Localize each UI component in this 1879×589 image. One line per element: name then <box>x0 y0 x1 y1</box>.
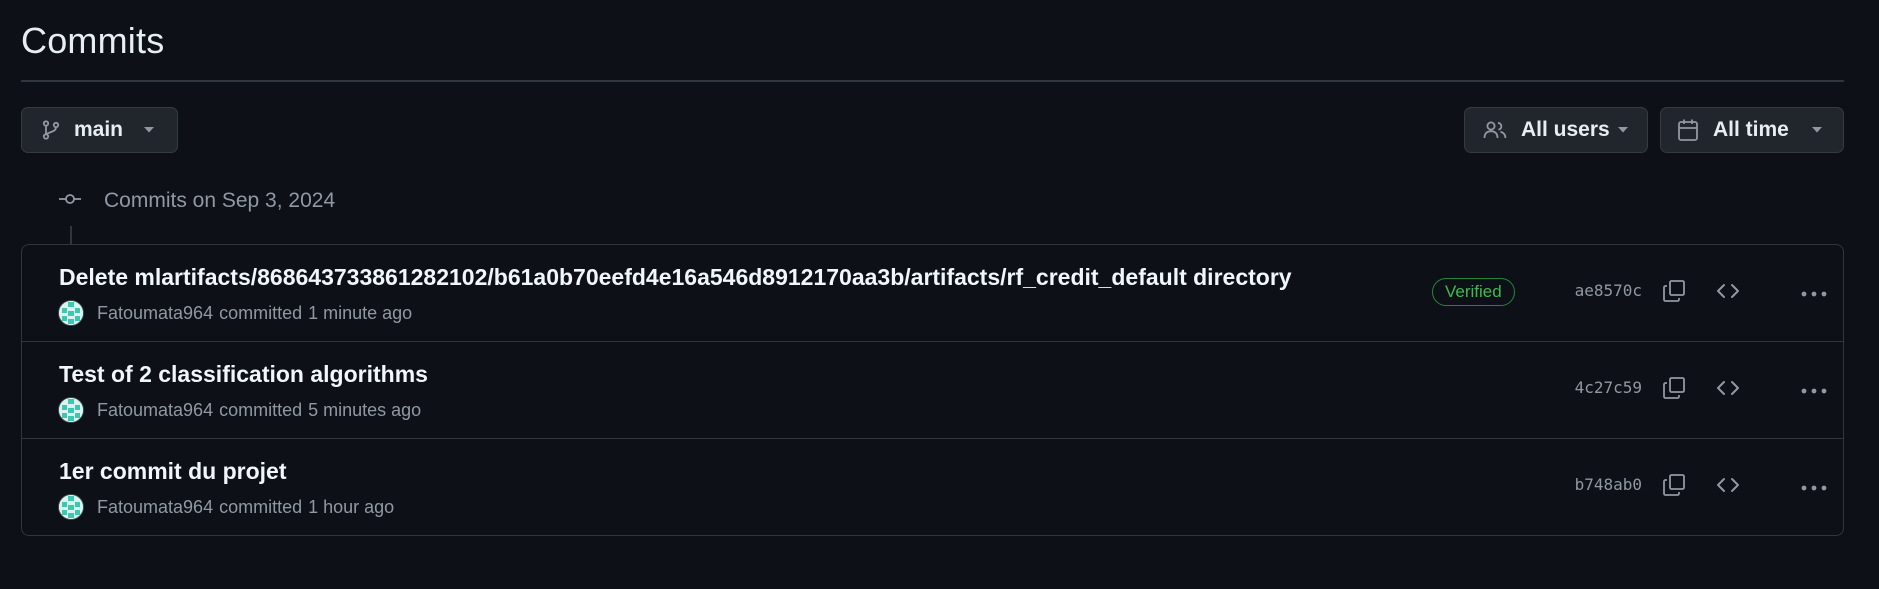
commit-action: committed <box>219 302 303 323</box>
code-icon <box>1716 379 1740 402</box>
chevron-down-icon <box>1617 126 1629 134</box>
commit-date-heading: Commits on Sep 3, 2024 <box>58 186 335 216</box>
commit-action: committed <box>219 496 303 517</box>
code-icon <box>1716 476 1740 499</box>
commit-meta: Fatoumata964 committed 1 hour ago <box>59 494 394 520</box>
commit-message-link[interactable]: Delete mlartifacts/868643733861282102/b6… <box>59 264 1292 291</box>
commit-sha-link[interactable]: ae8570c <box>1550 281 1642 300</box>
copy-icon <box>1662 376 1686 405</box>
users-filter-button[interactable]: All users <box>1464 107 1648 153</box>
verified-badge[interactable]: Verified <box>1432 278 1515 306</box>
commit-time: 5 minutes ago <box>308 399 422 420</box>
commit-date-label: Commits on Sep 3, 2024 <box>104 189 336 212</box>
people-icon <box>1483 120 1507 140</box>
commit-message-link[interactable]: Test of 2 classification algorithms <box>59 361 428 388</box>
chevron-down-icon <box>143 126 155 134</box>
commit-row: Delete mlartifacts/868643733861282102/b6… <box>22 245 1843 342</box>
copy-icon <box>1662 473 1686 502</box>
avatar[interactable] <box>59 398 83 422</box>
page-title: Commits <box>21 20 165 61</box>
time-filter-button[interactable]: All time <box>1660 107 1844 153</box>
commit-sha-link[interactable]: b748ab0 <box>1550 475 1642 494</box>
more-actions-button[interactable] <box>1796 372 1832 408</box>
commit-message-link[interactable]: 1er commit du projet <box>59 458 286 485</box>
commit-author-link[interactable]: Fatoumata964 <box>97 400 213 421</box>
more-actions-button[interactable] <box>1796 275 1832 311</box>
commit-time: 1 minute ago <box>308 302 413 323</box>
commit-list: Delete mlartifacts/868643733861282102/b6… <box>21 244 1844 536</box>
commit-row: 1er commit du projet Fatoumata964 commit… <box>22 439 1843 535</box>
more-actions-button[interactable] <box>1796 469 1832 505</box>
commit-sha-link[interactable]: 4c27c59 <box>1550 378 1642 397</box>
git-branch-icon <box>42 120 60 140</box>
kebab-horizontal-icon <box>1801 478 1827 496</box>
title-divider <box>21 80 1844 82</box>
commit-author-link[interactable]: Fatoumata964 <box>97 497 213 518</box>
avatar[interactable] <box>59 301 83 325</box>
users-filter-label: All users <box>1521 118 1610 141</box>
browse-code-button[interactable] <box>1710 275 1746 311</box>
commit-row: Test of 2 classification algorithms Fato… <box>22 342 1843 439</box>
timeline-connector <box>70 226 72 245</box>
branch-selector-button[interactable]: main <box>21 107 178 153</box>
copy-sha-button[interactable] <box>1656 469 1692 505</box>
copy-sha-button[interactable] <box>1656 275 1692 311</box>
commit-author-link[interactable]: Fatoumata964 <box>97 303 213 324</box>
commit-meta: Fatoumata964 committed 1 minute ago <box>59 300 412 326</box>
avatar[interactable] <box>59 495 83 519</box>
copy-icon <box>1662 279 1686 308</box>
commit-action: committed <box>219 399 303 420</box>
browse-code-button[interactable] <box>1710 372 1746 408</box>
branch-label: main <box>74 118 124 141</box>
chevron-down-icon <box>1811 126 1823 134</box>
commit-meta: Fatoumata964 committed 5 minutes ago <box>59 397 421 423</box>
browse-code-button[interactable] <box>1710 469 1746 505</box>
kebab-horizontal-icon <box>1801 381 1827 399</box>
code-icon <box>1716 282 1740 305</box>
copy-sha-button[interactable] <box>1656 372 1692 408</box>
kebab-horizontal-icon <box>1801 284 1827 302</box>
time-filter-label: All time <box>1713 118 1789 141</box>
commit-time: 1 hour ago <box>308 496 395 517</box>
calendar-icon <box>1677 118 1699 142</box>
git-commit-icon <box>58 191 82 212</box>
